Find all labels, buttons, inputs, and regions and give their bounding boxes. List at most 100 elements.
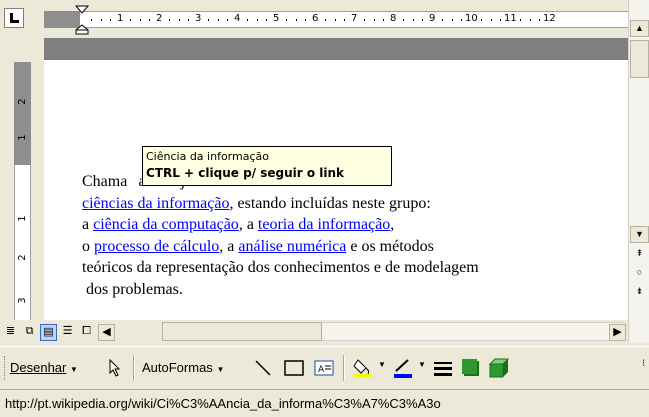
circle-icon: ○ — [636, 267, 643, 277]
svg-text:A: A — [318, 365, 325, 375]
vertical-scrollbar[interactable]: ▲ ▼ ⇞ ○ ⇟ — [628, 0, 649, 343]
3d-style-icon[interactable] — [488, 357, 510, 379]
indent-marker-icon[interactable] — [75, 5, 89, 35]
ruler-tick-mark — [90, 19, 92, 21]
line-color-icon[interactable] — [392, 357, 416, 379]
scroll-down-button[interactable]: ▼ — [630, 226, 649, 243]
ruler-number: 10 — [465, 13, 478, 24]
vertical-ruler-number: 1 — [17, 215, 28, 222]
ruler-tick-mark — [344, 19, 346, 21]
link-ciencia-da-computacao[interactable]: ciência da computação — [93, 216, 239, 233]
vertical-ruler-number: 3 — [17, 297, 28, 304]
ruler-tick-mark — [285, 19, 287, 21]
link-teoria-da-informacao[interactable]: teoria da informação — [258, 216, 390, 233]
next-page-button[interactable]: ⇟ — [630, 283, 649, 300]
previous-page-button[interactable]: ⇞ — [630, 245, 649, 262]
ruler-number: 12 — [543, 13, 556, 24]
autoshapes-menu-button[interactable]: AutoFormas ▼ — [142, 360, 224, 375]
vertical-ruler-margin — [14, 62, 31, 165]
line-color-dropdown-icon[interactable]: ▼ — [418, 360, 426, 369]
rectangle-tool-icon[interactable] — [283, 358, 305, 378]
ruler-tick-mark — [178, 19, 180, 21]
ruler-tick-mark — [441, 19, 443, 21]
link-processo-de-calculo[interactable]: processo de cálculo — [94, 238, 219, 255]
ruler-tick-mark — [246, 19, 248, 21]
ruler-tick-mark — [363, 19, 365, 21]
ruler-tick-mark — [422, 19, 424, 21]
line-style-icon[interactable] — [432, 358, 454, 378]
web-layout-view-icon[interactable]: ⧉ — [22, 324, 37, 339]
ruler-tick-mark — [168, 19, 170, 21]
textbox-tool-icon[interactable]: A — [313, 358, 335, 378]
shadow-style-icon[interactable] — [460, 357, 482, 379]
double-up-icon: ⇞ — [635, 248, 644, 258]
horizontal-scroll-thumb[interactable] — [162, 322, 322, 341]
ruler-number: 9 — [429, 13, 436, 24]
ruler-tick-mark — [305, 19, 307, 21]
vertical-ruler-number: 2 — [17, 98, 28, 105]
tooltip-hint: CTRL + clique p/ seguir o link — [146, 166, 345, 180]
fill-color-dropdown-icon[interactable]: ▼ — [378, 360, 386, 369]
toolbar-separator — [133, 355, 135, 381]
dropdown-arrow-icon: ▼ — [216, 365, 225, 374]
ruler-tick-mark — [256, 19, 258, 21]
ruler-tick-mark — [100, 19, 102, 21]
select-objects-icon[interactable] — [107, 359, 123, 377]
line-tool-icon[interactable] — [253, 358, 273, 378]
ruler-tick-mark — [539, 19, 541, 21]
text-line-4: o processo de cálculo, a análise numéric… — [82, 237, 434, 255]
ruler-tick-mark — [402, 19, 404, 21]
text-line-6: dos problemas. — [82, 280, 183, 298]
reading-view-icon[interactable]: ⧠ — [79, 324, 94, 339]
ruler-tick-mark — [324, 19, 326, 21]
ruler-tick-mark — [188, 19, 190, 21]
normal-view-icon[interactable]: ≣ — [3, 324, 18, 339]
draw-menu-button[interactable]: Desenhar ▼ — [10, 360, 78, 375]
ruler-tick-mark — [129, 19, 131, 21]
ruler-strip — [44, 11, 628, 28]
ruler-number: 11 — [504, 13, 517, 24]
scroll-right-button[interactable]: ▶ — [609, 324, 626, 341]
scroll-left-button[interactable]: ◀ — [98, 324, 115, 341]
tab-selector-button[interactable] — [4, 8, 24, 28]
ruler-tick-mark — [519, 19, 521, 21]
dropdown-arrow-icon: ▼ — [70, 365, 78, 374]
print-layout-view-icon[interactable]: ▤ — [40, 324, 57, 341]
browse-object-button[interactable]: ○ — [630, 264, 649, 281]
ruler-tick-mark — [110, 19, 112, 21]
ruler-number: 4 — [234, 13, 241, 24]
toolbar-grip[interactable] — [4, 356, 8, 380]
ruler-tick-mark — [529, 19, 531, 21]
ruler-tick-mark — [217, 19, 219, 21]
vertical-ruler-number: 1 — [17, 134, 28, 141]
ruler-tick-mark — [149, 19, 151, 21]
fill-color-icon[interactable] — [352, 357, 376, 379]
ruler-tick-mark — [490, 19, 492, 21]
link-ciencias-da-informacao[interactable]: ciências da informação — [82, 195, 229, 212]
ruler-tick-mark — [207, 19, 209, 21]
ruler-number: 2 — [156, 13, 163, 24]
ruler-tick-mark — [500, 19, 502, 21]
ruler-number: 1 — [117, 13, 124, 24]
toolbar-separator — [343, 355, 345, 381]
ruler-number: 7 — [351, 13, 358, 24]
toolbar-overflow-icon[interactable]: ⁝ — [642, 358, 645, 369]
page-gap — [44, 38, 628, 60]
scroll-up-button[interactable]: ▲ — [630, 20, 649, 37]
text-line-3: a ciência da computação, a teoria da inf… — [82, 216, 395, 233]
ruler-tick-mark — [461, 19, 463, 21]
ruler-number: 5 — [273, 13, 280, 24]
status-bar: http://pt.wikipedia.org/wiki/Ci%C3%AAnci… — [0, 389, 649, 417]
ruler-tick-mark — [227, 19, 229, 21]
document-text[interactable]: Chamaa ao conjunto das ciências da infor… — [82, 171, 628, 300]
link-tooltip: Ciência da informação CTRL + clique p/ s… — [142, 146, 392, 186]
vertical-scroll-thumb[interactable] — [630, 40, 649, 78]
double-down-icon: ⇟ — [635, 286, 644, 296]
triangle-up-icon: ▲ — [635, 23, 644, 33]
ruler-tick-mark — [383, 19, 385, 21]
status-url: http://pt.wikipedia.org/wiki/Ci%C3%AAnci… — [5, 396, 441, 411]
ruler-tick-mark — [373, 19, 375, 21]
link-analise-numerica[interactable]: análise numérica — [238, 238, 346, 255]
ruler-tick-mark — [451, 19, 453, 21]
outline-view-icon[interactable]: ☰ — [60, 324, 75, 339]
